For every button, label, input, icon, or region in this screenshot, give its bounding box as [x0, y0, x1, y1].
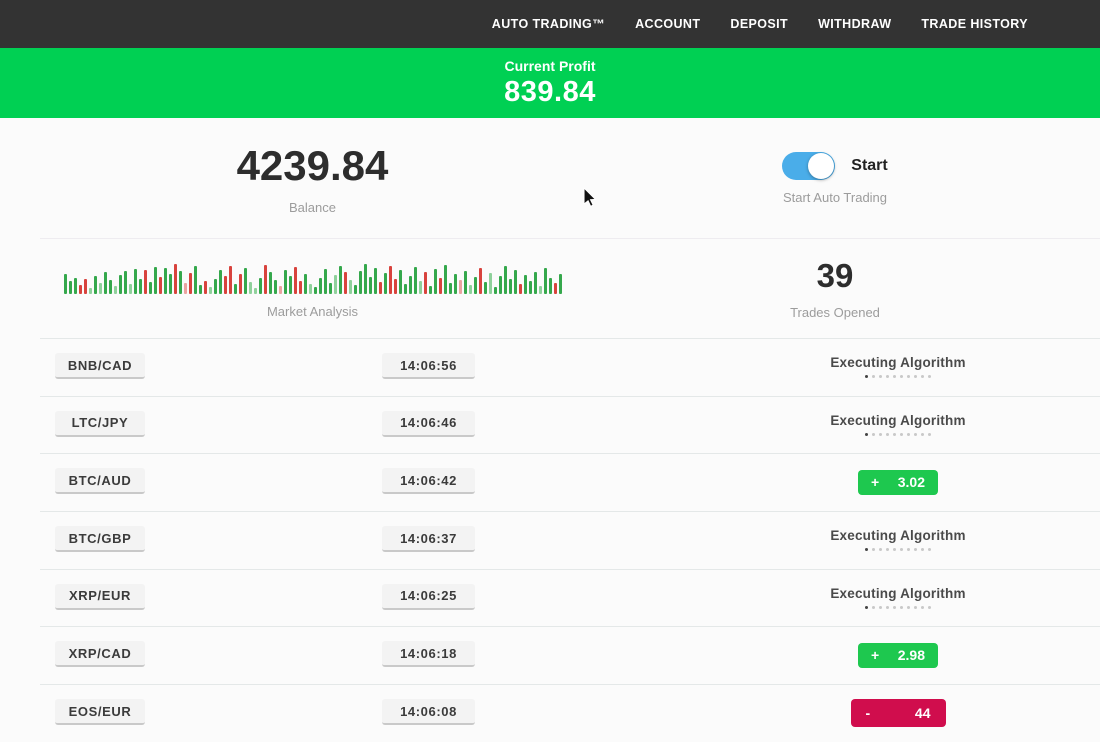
trade-row: BTC/AUD 14:06:42 + 3.02	[0, 453, 1100, 511]
time-badge: 14:06:56	[382, 353, 475, 379]
time-badge: 14:06:08	[382, 699, 475, 725]
balance-label: Balance	[289, 200, 336, 215]
trade-status: - 44	[790, 684, 1006, 742]
trade-row: XRP/EUR 14:06:25 Executing Algorithm	[0, 569, 1100, 627]
trade-row: EOS/EUR 14:06:08 - 44	[0, 684, 1100, 742]
trades-opened-block: 39 Trades Opened	[625, 238, 1045, 338]
time-badge: 14:06:18	[382, 641, 475, 667]
loss-sign: -	[866, 705, 871, 721]
current-profit-banner: Current Profit 839.84	[0, 48, 1100, 118]
market-analysis-label: Market Analysis	[267, 304, 358, 319]
trade-row: LTC/JPY 14:06:46 Executing Algorithm	[0, 396, 1100, 454]
balance-value: 4239.84	[237, 142, 389, 190]
loss-value: 44	[915, 705, 931, 721]
market-trades-row: Market Analysis 39 Trades Opened	[0, 238, 1100, 338]
progress-dots	[865, 548, 931, 551]
start-toggle-group: Start	[782, 152, 887, 180]
pair-badge: XRP/EUR	[55, 584, 145, 610]
time-badge: 14:06:46	[382, 411, 475, 437]
trades-opened-value: 39	[817, 257, 854, 295]
auto-trading-toggle[interactable]	[782, 152, 835, 180]
time-badge: 14:06:37	[382, 526, 475, 552]
trades-opened-label: Trades Opened	[790, 305, 880, 320]
trade-status: + 2.98	[790, 626, 1006, 684]
nav-trade-history[interactable]: TRADE HISTORY	[921, 17, 1028, 31]
start-toggle-label: Start	[851, 157, 887, 175]
progress-dots	[865, 433, 931, 436]
pair-badge: BTC/GBP	[55, 526, 145, 552]
profit-badge: + 3.02	[858, 470, 938, 495]
progress-dots	[865, 375, 931, 378]
nav-deposit[interactable]: DEPOSIT	[730, 17, 788, 31]
executing-label: Executing Algorithm	[830, 528, 965, 543]
loss-badge: - 44	[851, 699, 946, 727]
top-nav-bar: AUTO TRADING™ ACCOUNT DEPOSIT WITHDRAW T…	[0, 0, 1100, 48]
profit-value: 3.02	[898, 474, 925, 490]
profit-sign: +	[871, 647, 879, 663]
pair-badge: BNB/CAD	[55, 353, 145, 379]
trade-row: BTC/GBP 14:06:37 Executing Algorithm	[0, 511, 1100, 569]
profit-badge: + 2.98	[858, 643, 938, 668]
trade-row: BNB/CAD 14:06:56 Executing Algorithm	[0, 338, 1100, 396]
nav-auto-trading[interactable]: AUTO TRADING™	[492, 17, 605, 31]
pair-badge: LTC/JPY	[55, 411, 145, 437]
current-profit-label: Current Profit	[505, 58, 596, 74]
nav-account[interactable]: ACCOUNT	[635, 17, 700, 31]
auto-trading-block: Start Start Auto Trading	[625, 118, 1045, 238]
start-auto-trading-label: Start Auto Trading	[783, 190, 887, 205]
trade-status: Executing Algorithm	[790, 569, 1006, 627]
nav-withdraw[interactable]: WITHDRAW	[818, 17, 891, 31]
market-analysis-chart	[64, 258, 562, 294]
balance-toggle-row: 4239.84 Balance Start Start Auto Trading	[0, 118, 1100, 238]
trade-status: + 3.02	[790, 453, 1006, 511]
trade-status: Executing Algorithm	[790, 511, 1006, 569]
progress-dots	[865, 606, 931, 609]
current-profit-value: 839.84	[504, 76, 596, 109]
executing-label: Executing Algorithm	[830, 355, 965, 370]
trade-status: Executing Algorithm	[790, 396, 1006, 454]
pair-badge: BTC/AUD	[55, 468, 145, 494]
pair-badge: XRP/CAD	[55, 641, 145, 667]
toggle-knob-icon	[808, 153, 834, 179]
pair-badge: EOS/EUR	[55, 699, 145, 725]
time-badge: 14:06:25	[382, 584, 475, 610]
profit-sign: +	[871, 474, 879, 490]
trade-row: XRP/CAD 14:06:18 + 2.98	[0, 626, 1100, 684]
market-analysis-block: Market Analysis	[0, 238, 625, 338]
balance-block: 4239.84 Balance	[0, 118, 625, 238]
trade-list: BNB/CAD 14:06:56 Executing Algorithm LTC…	[0, 338, 1100, 742]
executing-label: Executing Algorithm	[830, 586, 965, 601]
profit-value: 2.98	[898, 647, 925, 663]
trade-status: Executing Algorithm	[790, 338, 1006, 396]
executing-label: Executing Algorithm	[830, 413, 965, 428]
time-badge: 14:06:42	[382, 468, 475, 494]
